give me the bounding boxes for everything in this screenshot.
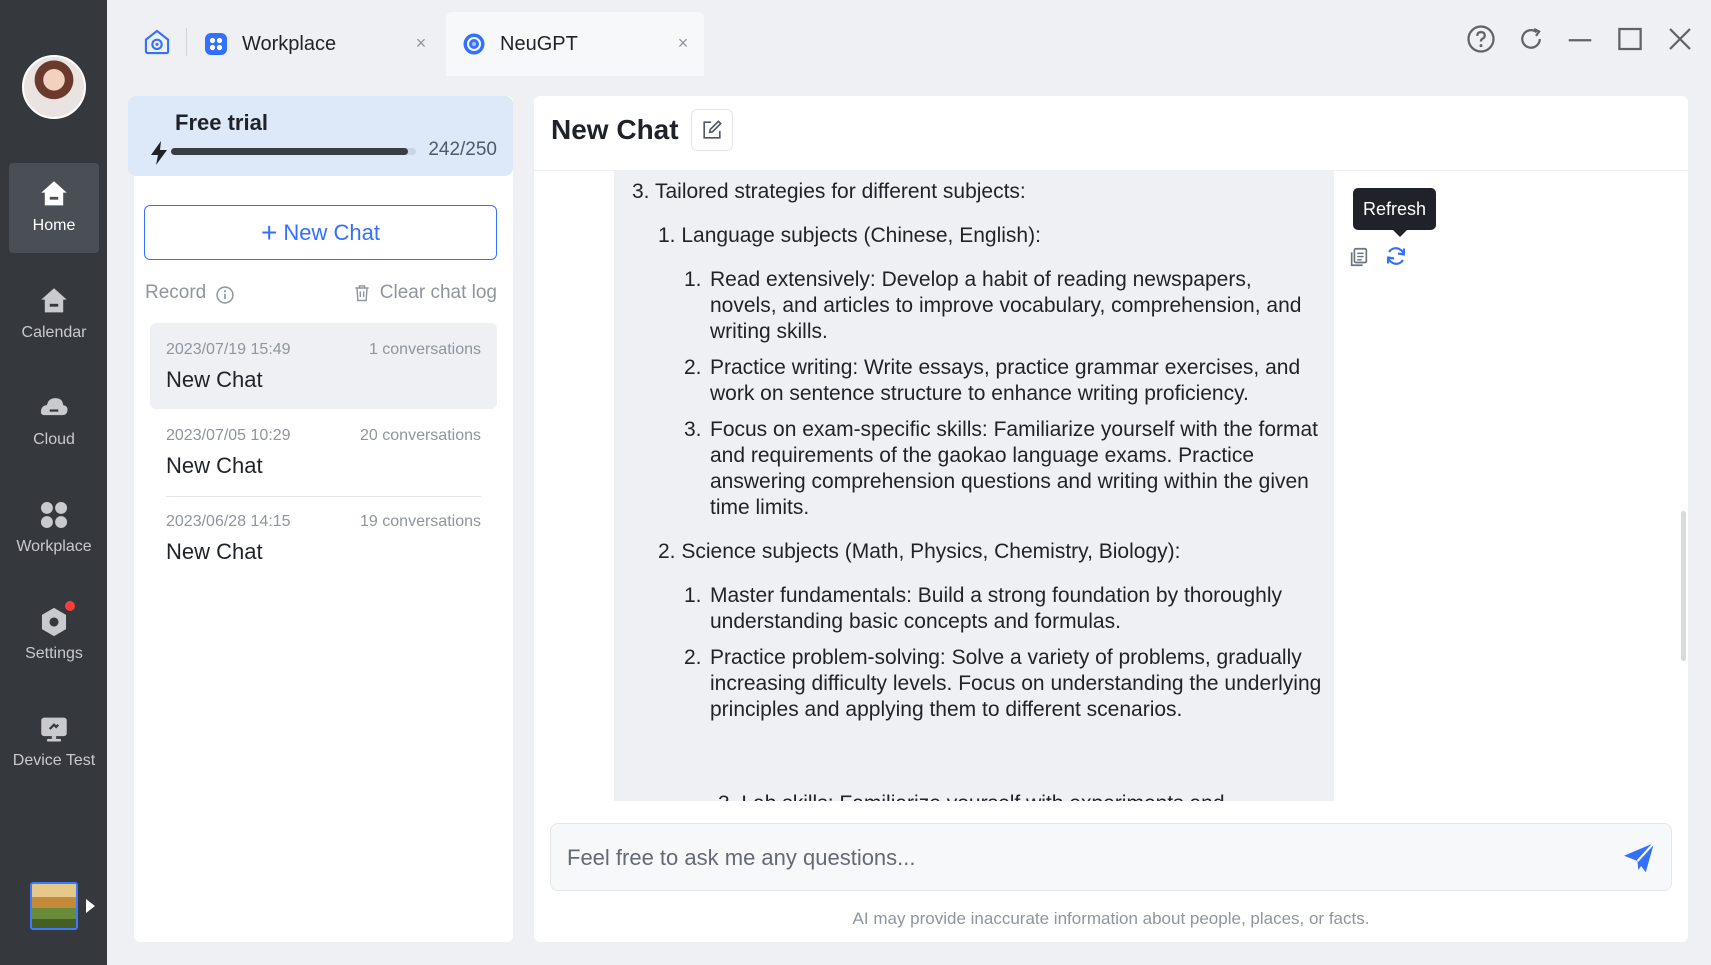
tab-separator — [186, 28, 187, 56]
list-item: 3. Focus on exam-specific skills: Familia… — [684, 417, 1322, 521]
rail-item-label: Calendar — [21, 324, 87, 341]
message-content: 3. Tailored strategies for different sub… — [632, 179, 1322, 733]
message-heading: 3. Tailored strategies for different sub… — [632, 180, 1026, 203]
minimize-icon[interactable] — [1565, 24, 1595, 54]
home-tab-icon[interactable] — [143, 28, 171, 56]
rail-item-label: Cloud — [33, 431, 75, 448]
copy-icon[interactable] — [1348, 246, 1370, 268]
trial-title: Free trial — [175, 110, 268, 135]
gear-icon — [41, 607, 67, 637]
list-item: 2. Practice problem-solving: Solve a vari… — [684, 645, 1322, 723]
message-subheading: 1. Language subjects (Chinese, English): — [658, 224, 1041, 247]
new-chat-button[interactable]: + New Chat — [144, 205, 497, 260]
history-date: 2023/07/19 15:49 — [166, 341, 291, 358]
close-tab-icon[interactable]: × — [412, 34, 430, 52]
monitor-icon — [41, 717, 67, 742]
history-title: New Chat — [166, 453, 263, 478]
close-tab-icon[interactable]: × — [674, 34, 692, 52]
list-item: 2. Practice writing: Write essays, practi… — [684, 355, 1322, 407]
history-count: 1 conversations — [368, 341, 481, 358]
assistant-message: 3. Tailored strategies for different sub… — [614, 171, 1334, 801]
rail-item-label: Workplace — [16, 538, 92, 555]
tab-label: Workplace — [242, 32, 337, 55]
clear-chat-log-button[interactable]: Clear chat log — [352, 282, 497, 304]
chat-scrollbar[interactable] — [1681, 511, 1686, 661]
list-number: 3. — [684, 418, 702, 441]
rail-item-label: Home — [32, 217, 76, 234]
ai-disclaimer: AI may provide inaccurate information ab… — [852, 909, 1370, 928]
history-title: New Chat — [166, 539, 263, 564]
tab-neugpt[interactable]: NeuGPT × — [446, 12, 704, 76]
list-number: 1. — [684, 584, 702, 607]
tab-label: NeuGPT — [500, 32, 578, 55]
tab-workplace[interactable]: Workplace × — [188, 12, 442, 76]
grid-app-icon — [40, 501, 68, 529]
rename-chat-button[interactable] — [691, 109, 733, 151]
edit-icon — [703, 120, 722, 139]
maximize-icon[interactable] — [1615, 24, 1645, 54]
wallpaper-thumbnail[interactable] — [30, 882, 78, 930]
message-subheading: 2. Science subjects (Math, Physics, Chem… — [658, 540, 1181, 563]
history-item[interactable]: 2023/07/05 10:29 20 conversations New Ch… — [150, 409, 497, 495]
expand-arrow-icon[interactable] — [86, 899, 95, 913]
history-date: 2023/06/28 14:15 — [166, 513, 291, 530]
list-number: 2. — [684, 646, 702, 669]
message-input-box — [550, 823, 1672, 891]
reload-icon[interactable] — [1516, 24, 1546, 54]
notification-dot — [65, 601, 75, 611]
history-date: 2023/07/05 10:29 — [166, 427, 291, 444]
list-item: 1. Master fundamentals: Build a strong fo… — [684, 583, 1322, 635]
neugpt-logo-icon — [463, 33, 485, 55]
list-number: 1. — [684, 268, 702, 291]
rail-item-cloud[interactable]: Cloud — [9, 377, 99, 467]
refresh-tooltip: Refresh — [1353, 188, 1437, 237]
home-icon — [41, 181, 67, 206]
chat-title: New Chat — [551, 114, 679, 145]
history-title: New Chat — [166, 367, 263, 392]
refresh-icon[interactable] — [1384, 244, 1408, 268]
list-text: Practice writing: Write essays, practice… — [710, 356, 1301, 405]
list-text: Read extensively: Develop a habit of rea… — [710, 268, 1302, 343]
message-input[interactable] — [567, 838, 1597, 878]
list-text: Focus on exam-specific skills: Familiari… — [710, 418, 1319, 519]
free-trial-card: Free trial 242/250 — [128, 96, 513, 176]
list-item: 1. Read extensively: Develop a habit of r… — [684, 267, 1322, 345]
trial-progress-fill — [171, 148, 409, 155]
rail-item-settings[interactable]: Settings — [9, 591, 99, 681]
rail-item-home[interactable]: Home — [9, 163, 99, 253]
record-row: Record Clear chat log — [145, 282, 497, 310]
info-icon[interactable] — [215, 285, 235, 305]
record-label: Record — [145, 282, 207, 303]
trial-count: 242/250 — [428, 139, 497, 160]
rail-item-device-test[interactable]: Device Test — [9, 698, 99, 788]
chat-main-panel: New Chat 3. Tailored strategies for diff… — [534, 96, 1688, 942]
help-icon[interactable] — [1466, 24, 1496, 54]
partial-list-item: 3. Lab skills: Familiarize yourself with… — [718, 791, 1318, 801]
list-text: Master fundamentals: Build a strong foun… — [710, 584, 1283, 633]
list-text: Practice problem-solving: Solve a variet… — [710, 646, 1322, 721]
rail-item-workplace[interactable]: Workplace — [9, 484, 99, 574]
grid-app-icon — [205, 33, 227, 55]
history-item[interactable]: 2023/07/19 15:49 1 conversations New Cha… — [150, 323, 497, 409]
rail-item-calendar[interactable]: Calendar — [9, 270, 99, 360]
cloud-icon — [40, 398, 68, 416]
plus-icon: + — [261, 216, 278, 248]
left-rail: Home Calendar Cloud Workplace Settings D… — [0, 0, 107, 965]
history-item[interactable]: 2023/06/28 14:15 19 conversations New Ch… — [150, 495, 497, 581]
rail-item-label: Device Test — [12, 752, 96, 769]
history-count: 20 conversations — [360, 427, 481, 444]
user-avatar[interactable] — [22, 55, 86, 119]
clear-chat-log-label: Clear chat log — [379, 282, 497, 303]
close-icon[interactable] — [1665, 24, 1695, 54]
trash-icon — [355, 285, 369, 302]
list-number: 2. — [684, 356, 702, 379]
history-count: 19 conversations — [360, 513, 481, 530]
calendar-icon — [41, 288, 67, 313]
rail-item-label: Settings — [25, 645, 83, 662]
send-icon[interactable] — [1621, 840, 1657, 876]
lightning-icon — [151, 141, 167, 165]
new-chat-label: New Chat — [283, 219, 380, 245]
trial-progress-bar — [171, 148, 416, 155]
